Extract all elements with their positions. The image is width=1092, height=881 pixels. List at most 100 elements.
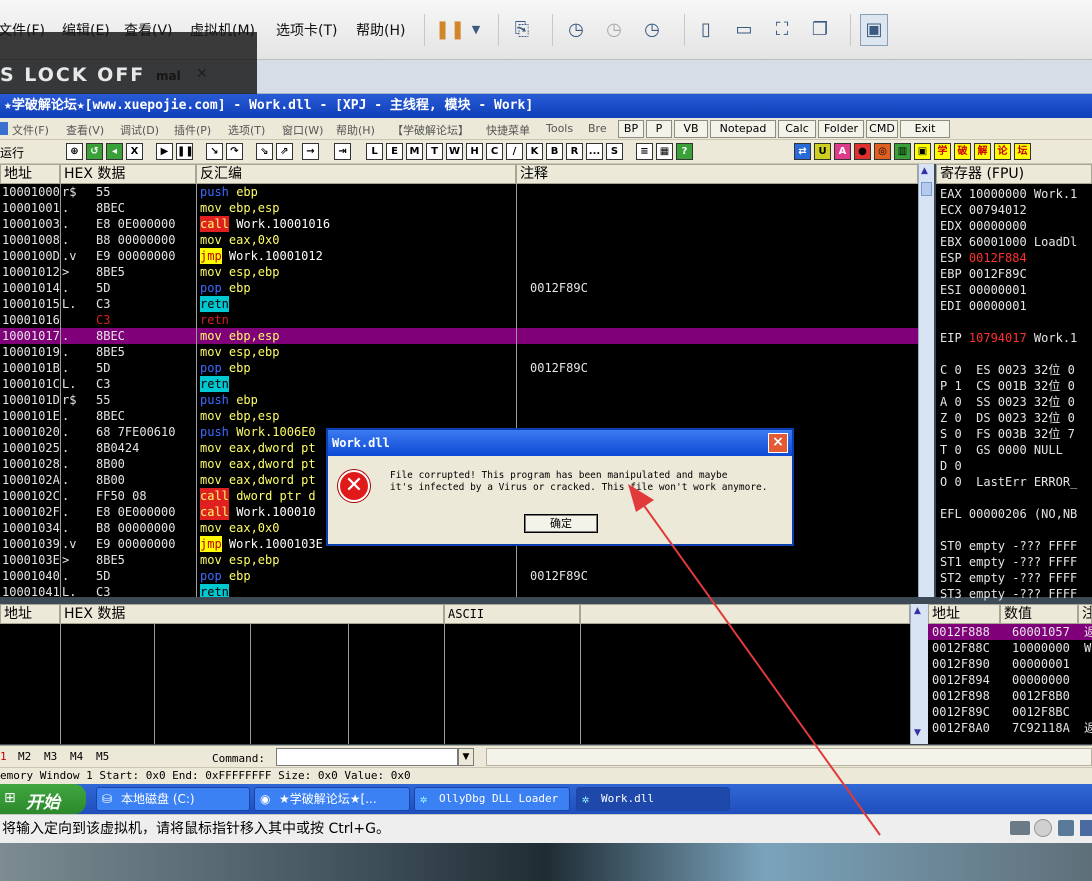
register-line[interactable]: ST2 empty -??? FFFF <box>940 570 1077 586</box>
dump-scroll-down-icon[interactable]: ▼ <box>914 728 921 738</box>
olly-menu-forum[interactable]: 【学破解论坛】 <box>392 122 469 138</box>
disasm-row[interactable]: 10001041 L. C3 retn <box>0 584 918 597</box>
mem-tab-m3[interactable]: M3 <box>44 750 57 763</box>
plugin7-icon[interactable]: ▣ <box>914 143 931 160</box>
mem-tab-m5[interactable]: M5 <box>96 750 109 763</box>
toolbar-w[interactable]: W <box>446 143 463 160</box>
exit-button[interactable]: Exit <box>900 120 950 138</box>
register-line[interactable]: EDX 00000000 <box>940 218 1027 234</box>
toolbar-h[interactable]: H <box>466 143 483 160</box>
disasm-row[interactable]: 10001014. 5D pop ebp 0012F89C <box>0 280 918 296</box>
toolbar-r[interactable]: R <box>566 143 583 160</box>
register-line[interactable]: ESP 0012F884 <box>940 250 1027 266</box>
task-work-dll[interactable]: ✲ Work.dll <box>576 787 730 811</box>
forum-jie[interactable]: 解 <box>974 143 991 160</box>
task-local-disk[interactable]: ⛁ 本地磁盘 (C:) <box>96 787 250 811</box>
disasm-row[interactable]: 1000103E >8BE5 mov esp,ebp <box>0 552 918 568</box>
toolbar-s[interactable]: S <box>606 143 623 160</box>
forum-xue[interactable]: 学 <box>934 143 951 160</box>
register-line[interactable]: ST0 empty -??? FFFF <box>940 538 1077 554</box>
goto-icon[interactable]: ⇥ <box>334 143 351 160</box>
toolbar-e[interactable]: E <box>386 143 403 160</box>
snapshot-icon[interactable]: ◷ <box>562 14 590 46</box>
notepad-button[interactable]: Notepad <box>710 120 776 138</box>
list-icon[interactable]: ≡ <box>636 143 653 160</box>
folder-button[interactable]: Folder <box>818 120 864 138</box>
command-dropdown-icon[interactable]: ▼ <box>458 748 474 766</box>
olly-menu-options[interactable]: 选项(T) <box>228 122 265 138</box>
stack-row[interactable]: 0012F88C 10000000 W <box>928 640 1092 656</box>
mem-tab-m2[interactable]: M2 <box>18 750 31 763</box>
calc-button[interactable]: Calc <box>778 120 816 138</box>
vm-menu-help[interactable]: 帮助(H) <box>356 20 405 40</box>
task-ollydbg[interactable]: ✲ OllyDbg DLL Loader <box>414 787 570 811</box>
register-line[interactable]: EBX 60001000 LoadDl <box>940 234 1077 250</box>
stack-row[interactable]: 0012F898 0012F8B0 <box>928 688 1092 704</box>
olly-menu-help[interactable]: 帮助(H) <box>336 122 375 138</box>
p-button[interactable]: P <box>646 120 672 138</box>
disasm-row[interactable]: 1000101E. 8BEC mov ebp,esp <box>0 408 918 424</box>
floppy-icon[interactable] <box>1058 820 1074 836</box>
start-button[interactable]: ⊞ 开始 <box>0 784 86 814</box>
olly-menu-debug[interactable]: 调试(D) <box>120 122 159 138</box>
plugin6-icon[interactable]: ▥ <box>894 143 911 160</box>
register-line[interactable]: ESI 00000001 <box>940 282 1027 298</box>
scroll-up-icon[interactable]: ▲ <box>921 166 928 176</box>
stack-pane[interactable]: 0012F888 60001057 返 0012F88C 10000000 W 0012F8… <box>928 624 1092 744</box>
cpu-header-hex[interactable]: HEX 数据 <box>60 164 196 184</box>
stack-header-comment[interactable]: 注 <box>1078 604 1092 624</box>
register-line[interactable]: EBP 0012F89C <box>940 266 1027 282</box>
plugin4-icon[interactable]: ● <box>854 143 871 160</box>
trace-into-icon[interactable]: ⇘ <box>256 143 273 160</box>
vm-menu-tabs[interactable]: 选项卡(T) <box>276 20 337 40</box>
stack-row[interactable]: 0012F894 00000000 <box>928 672 1092 688</box>
help-icon[interactable]: ? <box>676 143 693 160</box>
stack-row[interactable]: 0012F888 60001057 返 <box>928 624 1092 640</box>
fullscreen-icon[interactable]: ⛶ <box>768 14 796 46</box>
register-line[interactable]: A 0 SS 0023 32位 0 <box>940 394 1075 410</box>
disasm-row[interactable]: 10001003. E8 0E000000 call Work.10001016 <box>0 216 918 232</box>
olly-menu-quick[interactable]: 快捷菜单 <box>486 122 530 138</box>
olly-menu-view[interactable]: 查看(V) <box>66 122 104 138</box>
snapshot-revert-icon[interactable]: ◷ <box>600 14 628 46</box>
execute-till-return-icon[interactable]: → <box>302 143 319 160</box>
step-over-icon[interactable]: ↷ <box>226 143 243 160</box>
dump-scroll-up-icon[interactable]: ▲ <box>914 606 921 616</box>
olly-menu-file[interactable]: 文件(F) <box>12 122 49 138</box>
run-icon[interactable]: ▶ <box>156 143 173 160</box>
sidebar-icon[interactable]: ▯ <box>692 14 720 46</box>
cpu-header-disasm[interactable]: 反汇编 <box>196 164 516 184</box>
register-line[interactable]: O 0 LastErr ERROR_ <box>940 474 1077 490</box>
registers-header[interactable]: 寄存器 (FPU) <box>936 164 1092 184</box>
close-icon[interactable]: × <box>768 433 788 453</box>
toolbar-b[interactable]: B <box>546 143 563 160</box>
stack-row[interactable]: 0012F890 00000001 <box>928 656 1092 672</box>
olly-menu-plugins[interactable]: 插件(P) <box>174 122 211 138</box>
register-line[interactable]: ST3 empty -??? FFFF <box>940 586 1077 602</box>
unity-icon[interactable]: ❐ <box>806 14 834 46</box>
step-into-icon[interactable]: ↘ <box>206 143 223 160</box>
cd-icon[interactable] <box>1034 819 1052 837</box>
toolbar-c[interactable]: C <box>486 143 503 160</box>
snapshot-manager-icon[interactable]: ◷ <box>638 14 666 46</box>
dump-pane[interactable] <box>0 624 910 744</box>
disasm-row[interactable]: 1000101C L. C3 retn <box>0 376 918 392</box>
plugin1-icon[interactable]: ⇄ <box>794 143 811 160</box>
disasm-row[interactable]: 1000101B. 5D pop ebp 0012F89C <box>0 360 918 376</box>
disasm-row[interactable]: 10001015 L. C3 retn <box>0 296 918 312</box>
chevron-down-icon[interactable]: ▼ <box>462 14 490 46</box>
toolbar-l[interactable]: L <box>366 143 383 160</box>
cpu-header-comment[interactable]: 注释 <box>516 164 918 184</box>
mem-tab-m4[interactable]: M4 <box>70 750 83 763</box>
stack-header-addr[interactable]: 地址 <box>928 604 1000 624</box>
dump-scrollbar[interactable]: ▲ ▼ <box>910 604 928 744</box>
restart-icon[interactable]: ↺ <box>86 143 103 160</box>
network-adapter-icon[interactable] <box>1080 820 1092 836</box>
forum-po[interactable]: 破 <box>954 143 971 160</box>
disasm-row[interactable]: 10001016 C3 retn <box>0 312 918 328</box>
plugin3-icon[interactable]: A <box>834 143 851 160</box>
register-line[interactable]: EAX 10000000 Work.1 <box>940 186 1077 202</box>
register-line[interactable]: ECX 00794012 <box>940 202 1027 218</box>
register-line[interactable]: ST1 empty -??? FFFF <box>940 554 1077 570</box>
register-line[interactable]: P 1 CS 001B 32位 0 <box>940 378 1075 394</box>
